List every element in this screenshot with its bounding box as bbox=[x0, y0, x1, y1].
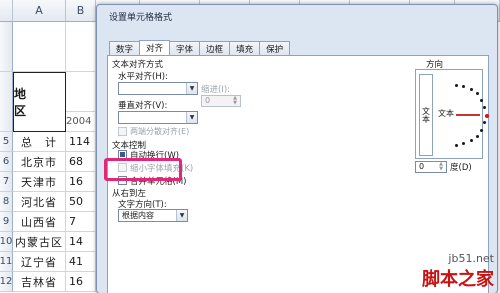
tab-4[interactable]: 填充 bbox=[229, 41, 261, 55]
row-header[interactable]: 9 bbox=[0, 212, 13, 232]
row-header[interactable]: 8 bbox=[0, 192, 13, 212]
orientation-tick bbox=[469, 87, 473, 91]
orientation-handle bbox=[484, 113, 489, 118]
orientation-text-label: 文本 bbox=[438, 109, 454, 118]
orientation-tick bbox=[475, 92, 479, 96]
tab-2[interactable]: 字体 bbox=[169, 41, 201, 55]
vertical-align-select[interactable]: ▼ bbox=[118, 111, 198, 124]
watermark: jb51.net 脚本之家 bbox=[422, 252, 494, 291]
value-cell[interactable]: 14 bbox=[66, 232, 96, 252]
watermark-name: 脚本之家 bbox=[422, 269, 494, 290]
tab-0[interactable]: 数字 bbox=[109, 41, 141, 55]
tab-5[interactable]: 保护 bbox=[259, 41, 291, 55]
orientation-box[interactable]: 文本 文本 bbox=[415, 69, 489, 159]
region-cell[interactable]: 北京市 bbox=[13, 152, 66, 172]
justify-distributed-checkbox[interactable] bbox=[118, 127, 127, 136]
region-cell[interactable]: 总 计 bbox=[13, 132, 66, 152]
tab-1[interactable]: 对齐 bbox=[139, 40, 171, 55]
orientation-tick bbox=[469, 139, 473, 143]
cell-b-year[interactable]: 2004 bbox=[66, 112, 96, 132]
region-cell[interactable]: 内蒙古区 bbox=[13, 232, 66, 252]
chevron-down-icon: ▼ bbox=[176, 210, 187, 221]
cell-b-merged-blank[interactable] bbox=[66, 72, 96, 112]
region-cell[interactable]: 吉林省 bbox=[13, 272, 66, 292]
indent-label: 缩进(I): bbox=[201, 85, 231, 95]
orientation-tick bbox=[462, 142, 466, 146]
text-direction-select[interactable]: 根据内容 ▼ bbox=[118, 209, 188, 222]
column-header-b[interactable]: B bbox=[66, 0, 96, 22]
horizontal-align-label: 水平对齐(H): bbox=[118, 72, 168, 82]
row-header[interactable]: 12 bbox=[0, 272, 13, 292]
region-header-cell[interactable]: 地 区 bbox=[13, 72, 66, 132]
row-header[interactable]: 5 bbox=[0, 132, 13, 152]
region-cell[interactable]: 辽宁省 bbox=[13, 252, 66, 272]
dialog-tabs: 数字 对齐 字体 边框 填充 保护 bbox=[109, 40, 291, 55]
value-cell[interactable]: 16 bbox=[66, 172, 96, 192]
cell-a-blank[interactable] bbox=[13, 22, 66, 72]
spin-arrows-icon[interactable]: ▲ ▼ bbox=[230, 96, 240, 106]
chevron-down-icon: ▼ bbox=[186, 83, 197, 94]
select-all-corner[interactable] bbox=[0, 0, 13, 22]
row-header[interactable]: 11 bbox=[0, 252, 13, 272]
watermark-site: jb51.net bbox=[448, 252, 494, 265]
region-cell[interactable]: 天津市 bbox=[13, 172, 66, 192]
row-header[interactable]: 10 bbox=[0, 232, 13, 252]
orientation-tick bbox=[475, 134, 479, 138]
region-cell[interactable]: 山西省 bbox=[13, 212, 66, 232]
value-cell[interactable]: 68 bbox=[66, 152, 96, 172]
indent-value: 0 bbox=[205, 96, 211, 105]
tab-3[interactable]: 边框 bbox=[199, 41, 231, 55]
justify-distributed-label: 两端分散对齐(E) bbox=[130, 127, 190, 136]
value-cell[interactable]: 7 bbox=[66, 212, 96, 232]
dialog-titlebar[interactable]: 设置单元格格式 bbox=[97, 5, 497, 27]
vertical-text-toggle[interactable]: 文本 bbox=[419, 74, 433, 156]
chevron-down-icon: ▼ bbox=[186, 112, 197, 123]
degrees-stepper[interactable]: 0 ▲ ▼ bbox=[415, 161, 447, 173]
vertical-align-label: 垂直对齐(V): bbox=[118, 101, 168, 111]
row-header-blank[interactable] bbox=[0, 22, 13, 72]
orientation-tick bbox=[462, 84, 466, 88]
value-cell[interactable]: 16 bbox=[66, 272, 96, 292]
orientation-tick bbox=[454, 83, 458, 87]
row-header-region[interactable] bbox=[0, 72, 13, 132]
value-cell[interactable]: 114 bbox=[66, 132, 96, 152]
merge-cells-highlight bbox=[104, 158, 182, 181]
text-align-section-title: 文本对齐方式 bbox=[112, 60, 164, 70]
row-header[interactable]: 7 bbox=[0, 172, 13, 192]
spin-arrows-icon[interactable]: ▲ ▼ bbox=[436, 162, 446, 172]
region-label: 地 区 bbox=[14, 87, 59, 118]
dialog-title: 设置单元格格式 bbox=[109, 12, 173, 23]
indent-stepper[interactable]: 0 ▲ ▼ bbox=[201, 95, 241, 107]
cell-b-blank[interactable] bbox=[66, 22, 96, 72]
degrees-value: 0 bbox=[419, 162, 425, 171]
value-cell[interactable]: 50 bbox=[66, 192, 96, 212]
region-cell[interactable]: 河北省 bbox=[13, 192, 66, 212]
row-header[interactable]: 6 bbox=[0, 152, 13, 172]
format-cells-dialog: 设置单元格格式 数字 对齐 字体 边框 填充 保护 文本对齐方式 水平对齐(H): ▼ 缩… bbox=[96, 4, 498, 293]
orientation-pointer-line bbox=[456, 114, 480, 116]
column-header-a[interactable]: A bbox=[13, 0, 66, 22]
text-direction-value: 根据内容 bbox=[122, 211, 154, 220]
orientation-tick bbox=[454, 143, 458, 147]
degrees-unit-label: 度(D) bbox=[450, 163, 472, 173]
horizontal-align-select[interactable]: ▼ bbox=[118, 82, 198, 95]
value-cell[interactable]: 41 bbox=[66, 252, 96, 272]
